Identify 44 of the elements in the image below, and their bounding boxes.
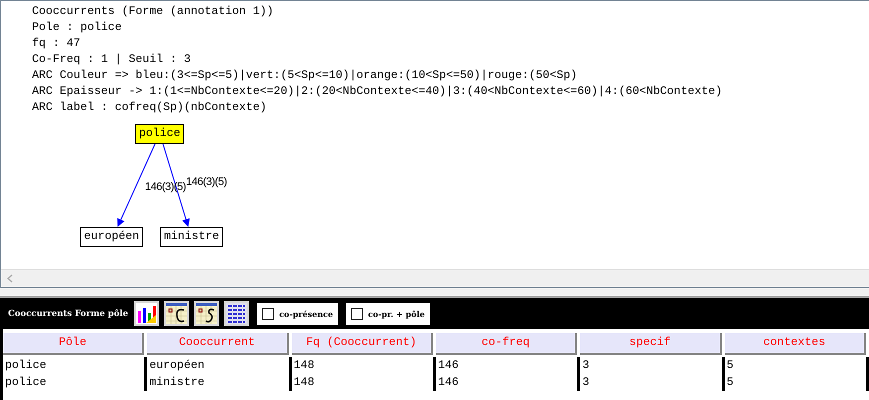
info-line: Pole : police: [32, 20, 123, 36]
checkbox-control[interactable]: co-pr. + pôle: [346, 302, 430, 324]
edge-label: 146(3)(5): [186, 176, 227, 188]
column-header[interactable]: co-freq: [436, 333, 578, 355]
column-header[interactable]: Pôle: [3, 333, 144, 355]
table-cell: 148: [292, 374, 436, 391]
info-line: ARC label : cofreq(Sp)(nbContexte): [32, 100, 268, 116]
graph-node: ministre: [160, 227, 224, 247]
table-cell: 146: [436, 374, 580, 391]
column-header[interactable]: Fq (Cooccurrent): [292, 333, 433, 355]
toolbar-title: Cooccurrents Forme pôle: [8, 308, 128, 318]
tool-button[interactable]: [134, 301, 160, 326]
table-cell: ministre: [147, 374, 292, 391]
list-icon: [226, 303, 248, 324]
table-cell: 3: [580, 374, 725, 391]
table-cell: 3: [580, 357, 725, 374]
checkbox-label: co-pr. + pôle: [368, 308, 425, 318]
info-line: Co-Freq : 1 | Seuil : 3: [32, 52, 192, 68]
column-header[interactable]: specif: [580, 333, 722, 355]
grid-c-icon: [166, 303, 188, 324]
column-header[interactable]: contextes: [724, 333, 866, 355]
checkbox[interactable]: [262, 308, 274, 320]
graph-node: européen: [80, 227, 144, 247]
info-line: Cooccurrents (Forme (annotation 1)): [32, 4, 275, 20]
column-header[interactable]: Cooccurrent: [147, 333, 289, 355]
table-cell: 148: [292, 357, 436, 374]
info-line: ARC Couleur => bleu:(3<=Sp<=5)|vert:(5<Sp<=10)|orange:(10<Sp<=50)|rouge:(50<Sp): [32, 68, 578, 84]
tool-button[interactable]: [164, 301, 190, 326]
table-cell: 5: [724, 374, 869, 391]
checkbox-label: co-présence: [279, 308, 333, 318]
table-cell: police: [3, 374, 148, 391]
info-line: fq : 47: [32, 36, 82, 52]
tool-button[interactable]: [224, 301, 250, 326]
checkbox[interactable]: [350, 308, 363, 320]
chart-icon: [136, 303, 158, 324]
table-cell: police: [3, 357, 148, 374]
table-cell: européen: [147, 357, 292, 374]
grid-s-icon: [196, 303, 218, 324]
tool-button[interactable]: [194, 301, 220, 326]
graph-node: police: [135, 124, 184, 144]
info-line: ARC Epaisseur -> 1:(1<=NbContexte<=20)|2:(20<NbContexte<=40)|3:(40<NbContexte<=60)|4:(60<NbContexte): [32, 84, 724, 100]
table-cell: 5: [724, 357, 869, 374]
table-cell: 146: [436, 357, 580, 374]
checkbox-control[interactable]: co-présence: [257, 302, 338, 324]
